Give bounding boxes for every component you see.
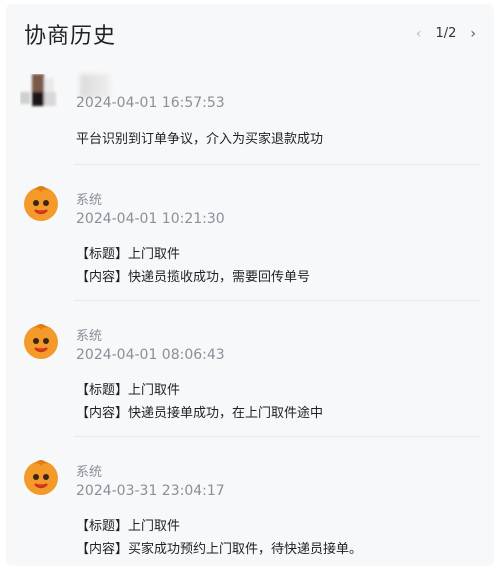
entry-time: 2024-04-01 10:21:30 <box>76 211 225 227</box>
entry-divider <box>74 300 480 301</box>
entry-content-line: 【内容】快递员揽收成功，需要回传单号 <box>76 270 311 285</box>
entry-title-line: 【标题】上门取件 <box>76 383 181 398</box>
entry-time: 2024-03-31 23:04:17 <box>76 483 225 499</box>
orange-mascot-avatar-icon <box>24 186 58 221</box>
entry-time: 2024-04-01 16:57:53 <box>76 95 225 111</box>
entry-divider <box>74 436 480 437</box>
history-entry: 系统 2024-03-31 23:04:17 【标题】上门取件 【内容】买家成功… <box>6 446 494 566</box>
blurred-user-avatar-icon <box>20 74 56 106</box>
entry-content-line: 【内容】买家成功预约上门取件，待快递员接单。 <box>76 542 363 557</box>
entry-title-line: 【标题】上门取件 <box>76 519 181 534</box>
entry-author: 系统 <box>76 329 103 344</box>
entry-author: 系统 <box>76 465 103 480</box>
negotiation-history-panel: 协商历史 ‹ 1/2 › 2024-04-01 16:57:53 平台识别到订单… <box>6 4 494 566</box>
history-entry: 2024-04-01 16:57:53 平台识别到订单争议，介入为买家退款成功 <box>6 4 494 174</box>
entry-divider <box>74 164 480 165</box>
history-entry: 系统 2024-04-01 08:06:43 【标题】上门取件 【内容】快递员接… <box>6 310 494 440</box>
entry-time: 2024-04-01 08:06:43 <box>76 347 225 363</box>
entry-content-line: 【内容】快递员接单成功，在上门取件途中 <box>76 406 324 421</box>
entry-author: 系统 <box>76 193 103 208</box>
orange-mascot-avatar-icon <box>24 460 58 495</box>
history-entry: 系统 2024-04-01 10:21:30 【标题】上门取件 【内容】快递员揽… <box>6 174 494 304</box>
orange-mascot-avatar-icon <box>24 324 58 359</box>
entry-title-line: 【标题】上门取件 <box>76 247 181 262</box>
entry-content-line: 平台识别到订单争议，介入为买家退款成功 <box>76 132 324 147</box>
